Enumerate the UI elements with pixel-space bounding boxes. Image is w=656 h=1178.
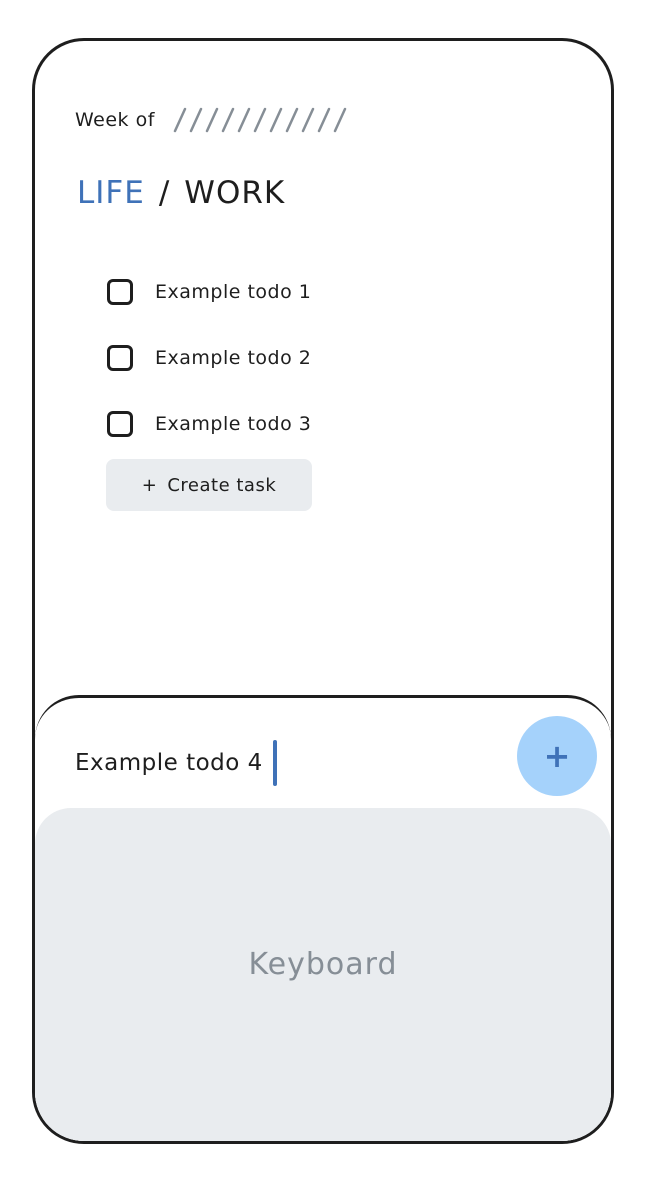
new-task-input[interactable]: Example todo 4 [75,738,277,788]
week-date-placeholder [173,107,347,133]
todo-checkbox[interactable] [107,411,133,437]
add-task-button[interactable]: + [517,716,597,796]
todo-item[interactable]: Example todo 2 [107,325,507,391]
tab-life[interactable]: LIFE [77,175,145,211]
new-task-input-value: Example todo 4 [75,750,263,776]
week-label: Week of [75,109,155,131]
category-tabs: LIFE / WORK [77,175,285,211]
todo-list: Example todo 1 Example todo 2 Example to… [107,259,507,457]
create-task-button[interactable]: + Create task [106,459,312,511]
week-header: Week of [75,105,351,135]
plus-icon: + [543,737,571,775]
tab-separator: / [158,175,171,211]
keyboard-label: Keyboard [248,946,398,982]
plus-icon: + [141,474,158,496]
phone-frame: Week of LIFE / WORK Example todo 1 Examp… [32,38,614,1144]
todo-label: Example todo 2 [155,347,312,369]
todo-checkbox[interactable] [107,345,133,371]
new-task-sheet: Example todo 4 + Keyboard [35,695,611,1141]
keyboard-placeholder[interactable]: Keyboard [35,808,611,1141]
create-task-label: Create task [167,474,277,496]
todo-item[interactable]: Example todo 3 [107,391,507,457]
todo-label: Example todo 1 [155,281,312,303]
todo-item[interactable]: Example todo 1 [107,259,507,325]
tab-work[interactable]: WORK [184,175,285,211]
todo-label: Example todo 3 [155,413,312,435]
text-caret [272,740,277,786]
todo-checkbox[interactable] [107,279,133,305]
